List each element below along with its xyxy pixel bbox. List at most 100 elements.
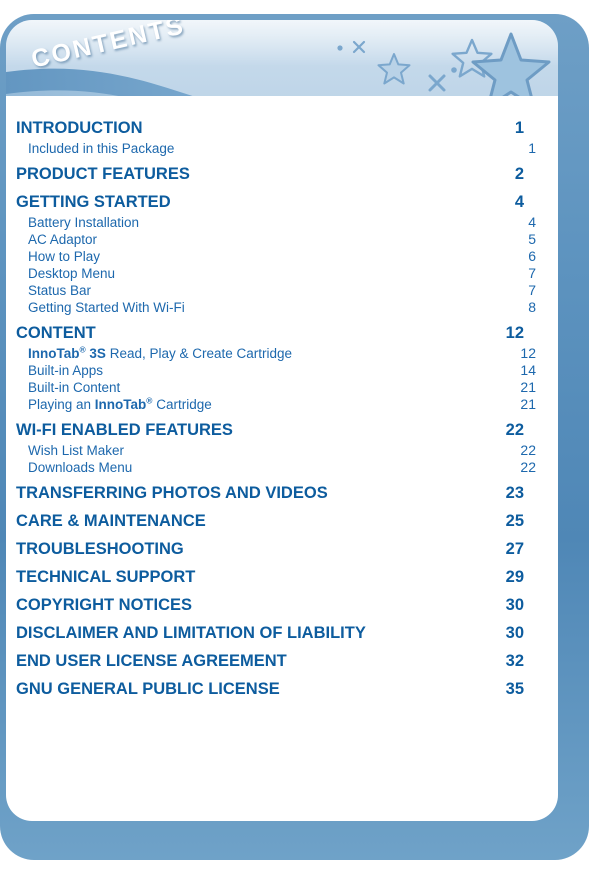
- star-outline-icon: [377, 53, 411, 85]
- toc-dot-leader: [202, 175, 483, 176]
- toc-page-number: 12: [505, 324, 524, 342]
- toc-entry-major[interactable]: WI-FI ENABLED FEATURES 22: [16, 421, 524, 440]
- toc-entry-major[interactable]: INTRODUCTION 1: [16, 119, 524, 138]
- sparkle-x-icon: [352, 40, 366, 54]
- toc-entry-major[interactable]: CARE & MAINTENANCE 25: [16, 512, 524, 531]
- toc-entry-sub[interactable]: How to Play 6: [28, 248, 536, 264]
- sparkle-x-icon: [428, 74, 446, 92]
- toc-entry-label: CARE & MAINTENANCE: [16, 512, 206, 530]
- toc-entry-sub[interactable]: AC Adaptor 5: [28, 231, 536, 247]
- toc-dot-leader: [194, 309, 495, 310]
- toc-entry-label: END USER LICENSE AGREEMENT: [16, 652, 287, 670]
- toc-entry-sub[interactable]: Built-in Apps 14: [28, 362, 536, 378]
- toc-page-number: 2: [514, 165, 524, 183]
- toc-dot-leader: [109, 258, 495, 259]
- toc-dot-leader: [124, 275, 495, 276]
- toc-page-number: 6: [528, 248, 536, 264]
- toc-dot-leader: [183, 203, 483, 204]
- toc-entry-label: CONTENT: [16, 324, 96, 342]
- toc-entry-major[interactable]: PRODUCT FEATURES 2: [16, 165, 524, 184]
- toc-entry-label: DISCLAIMER AND LIMITATION OF LIABILITY: [16, 624, 366, 642]
- toc-page-number: 30: [505, 624, 524, 642]
- toc-entry-sub[interactable]: Included in this Package 1: [28, 140, 536, 156]
- toc-entry-label: Status Bar: [28, 283, 92, 298]
- toc-entry-sub[interactable]: Downloads Menu 22: [28, 459, 536, 475]
- toc-page-number: 29: [505, 568, 524, 586]
- toc-entry-major[interactable]: COPYRIGHT NOTICES 30: [16, 596, 524, 615]
- toc-entry-major[interactable]: END USER LICENSE AGREEMENT 32: [16, 652, 524, 671]
- toc-dot-leader: [204, 606, 483, 607]
- toc-page: CONTENTS INTRODUCTION 1 Included in this…: [0, 0, 589, 875]
- toc-dot-leader: [133, 452, 495, 453]
- toc-page-number: 27: [505, 540, 524, 558]
- toc-entry-sub[interactable]: Status Bar 7: [28, 282, 536, 298]
- toc-entry-label: Built-in Apps: [28, 363, 104, 378]
- toc-entry-label: Battery Installation: [28, 215, 140, 230]
- toc-page-number: 4: [514, 193, 524, 211]
- toc-entry-label: PRODUCT FEATURES: [16, 165, 190, 183]
- toc-entry-label: Wish List Maker: [28, 443, 125, 458]
- toc-dot-leader: [183, 150, 495, 151]
- toc-page-number: 21: [520, 379, 536, 395]
- toc-page-number: 1: [514, 119, 524, 137]
- toc-dot-leader: [108, 334, 483, 335]
- toc-entry-label: COPYRIGHT NOTICES: [16, 596, 193, 614]
- toc-entry-label: Downloads Menu: [28, 460, 133, 475]
- toc-page-number: 1: [528, 140, 536, 156]
- toc-page-number: 7: [528, 265, 536, 281]
- toc-entry-label: WI-FI ENABLED FEATURES: [16, 421, 233, 439]
- toc-dot-leader: [378, 634, 483, 635]
- toc-dot-leader: [218, 522, 483, 523]
- toc-entry-sub[interactable]: Playing an InnoTab® Cartridge 21: [28, 396, 536, 412]
- toc-dot-leader: [292, 690, 483, 691]
- toc-entry-sub[interactable]: Built-in Content 21: [28, 379, 536, 395]
- toc-entry-major[interactable]: TRANSFERRING PHOTOS AND VIDEOS 23: [16, 484, 524, 503]
- toc-dot-leader: [207, 578, 483, 579]
- toc-page-number: 12: [520, 345, 536, 361]
- toc-dot-leader: [129, 389, 495, 390]
- toc-entry-label: Desktop Menu: [28, 266, 116, 281]
- toc-dot-leader: [100, 292, 495, 293]
- toc-page-number: 22: [505, 421, 524, 439]
- toc-entry-major[interactable]: TECHNICAL SUPPORT 29: [16, 568, 524, 587]
- toc-dot-leader: [301, 355, 495, 356]
- toc-page-number: 22: [520, 459, 536, 475]
- toc-entry-label: INTRODUCTION: [16, 119, 143, 137]
- toc-entry-major[interactable]: GNU GENERAL PUBLIC LICENSE 35: [16, 680, 524, 699]
- toc-entry-sub[interactable]: InnoTab® 3S Read, Play & Create Cartridg…: [28, 345, 536, 361]
- toc-entry-label: GETTING STARTED: [16, 193, 171, 211]
- toc-entry-label: Built-in Content: [28, 380, 121, 395]
- toc-dot-leader: [155, 129, 484, 130]
- toc-dot-leader: [299, 662, 483, 663]
- toc-page-number: 32: [505, 652, 524, 670]
- toc-entry-major[interactable]: GETTING STARTED 4: [16, 193, 524, 212]
- toc-page-number: 7: [528, 282, 536, 298]
- table-of-contents: INTRODUCTION 1 Included in this Package 1 PR…: [6, 96, 558, 700]
- toc-dot-leader: [340, 494, 483, 495]
- toc-dot-leader: [141, 469, 495, 470]
- content-card: INTRODUCTION 1 Included in this Package 1 PR…: [6, 96, 558, 821]
- toc-page-number: 23: [505, 484, 524, 502]
- toc-page-number: 25: [505, 512, 524, 530]
- toc-page-number: 8: [528, 299, 536, 315]
- toc-entry-label: Getting Started With Wi-Fi: [28, 300, 185, 315]
- toc-entry-sub[interactable]: Battery Installation 4: [28, 214, 536, 230]
- toc-entry-label: TROUBLESHOOTING: [16, 540, 184, 558]
- toc-entry-major[interactable]: CONTENT 12: [16, 324, 524, 343]
- toc-entry-sub[interactable]: Desktop Menu 7: [28, 265, 536, 281]
- toc-dot-leader: [245, 431, 483, 432]
- toc-page-number: 4: [528, 214, 536, 230]
- toc-entry-label: Included in this Package: [28, 141, 175, 156]
- toc-entry-label: InnoTab® 3S Read, Play & Create Cartridg…: [28, 344, 293, 361]
- toc-dot-leader: [221, 406, 495, 407]
- toc-page-number: 22: [520, 442, 536, 458]
- toc-entry-sub[interactable]: Getting Started With Wi-Fi 8: [28, 299, 536, 315]
- toc-entry-label: GNU GENERAL PUBLIC LICENSE: [16, 680, 280, 698]
- toc-page-number: 5: [528, 231, 536, 247]
- toc-entry-major[interactable]: DISCLAIMER AND LIMITATION OF LIABILITY 30: [16, 624, 524, 643]
- toc-entry-label: TRANSFERRING PHOTOS AND VIDEOS: [16, 484, 328, 502]
- toc-entry-label: Playing an InnoTab® Cartridge: [28, 395, 212, 412]
- toc-entry-major[interactable]: TROUBLESHOOTING 27: [16, 540, 524, 559]
- toc-entry-sub[interactable]: Wish List Maker 22: [28, 442, 536, 458]
- toc-entry-label: How to Play: [28, 249, 101, 264]
